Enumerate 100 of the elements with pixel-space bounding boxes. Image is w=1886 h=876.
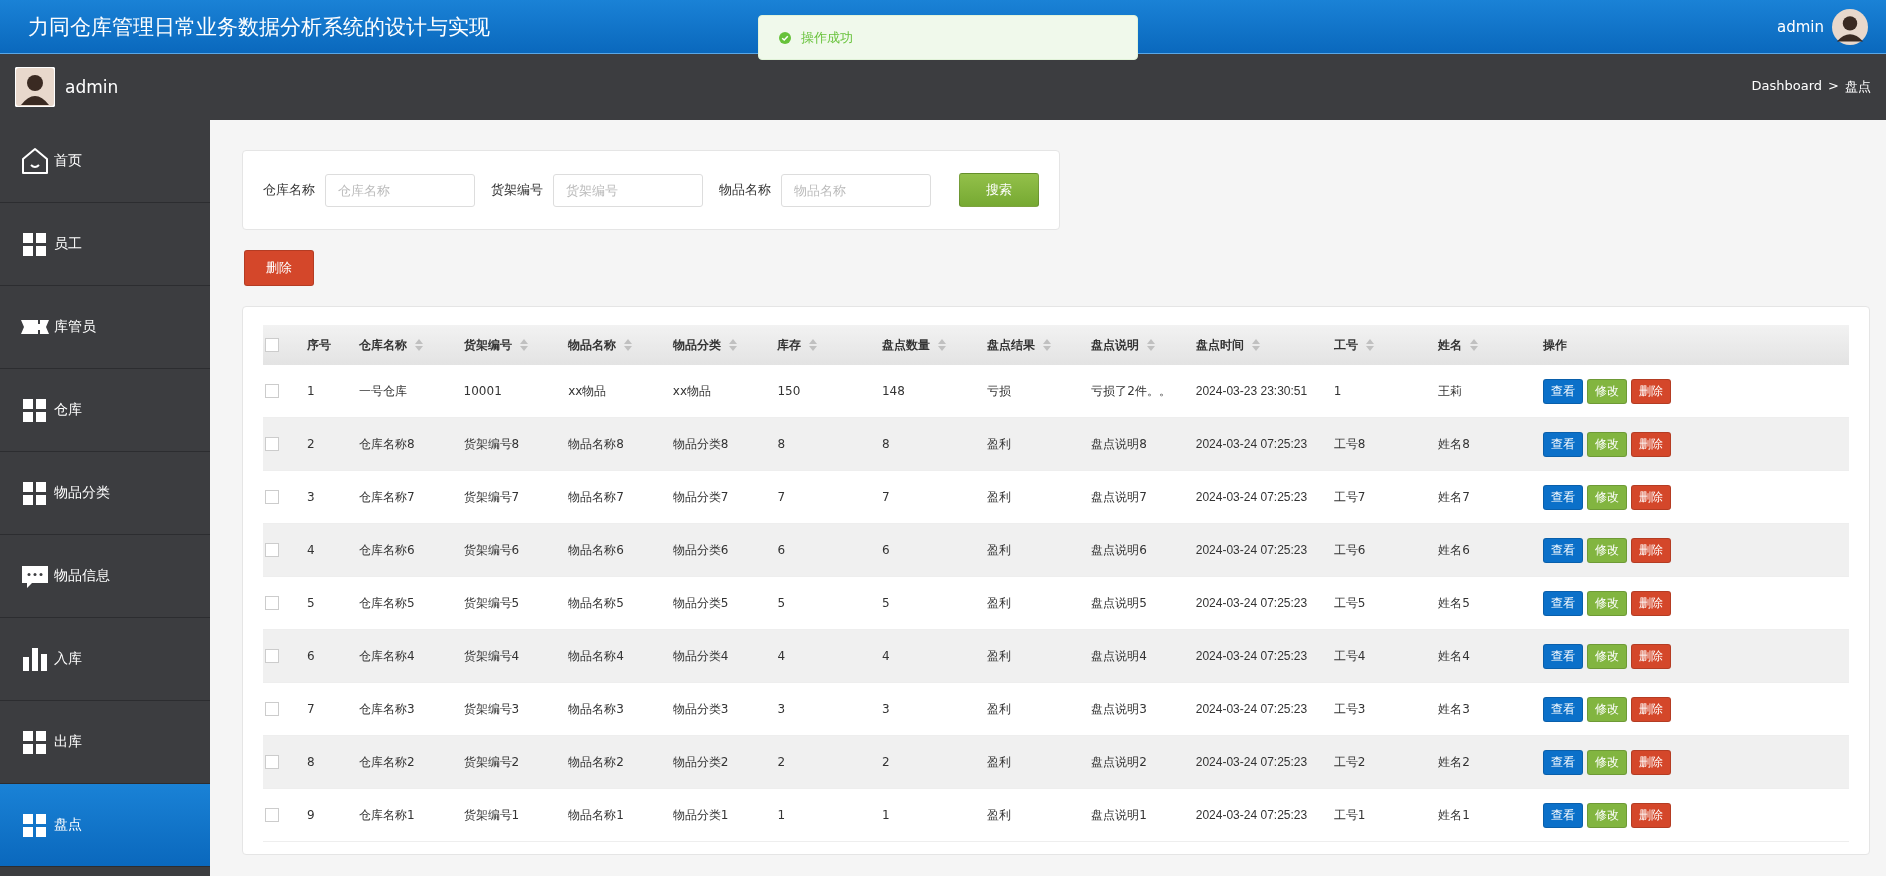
table-cell: 6	[307, 649, 315, 663]
column-header[interactable]: 盘点说明	[1091, 337, 1140, 352]
checkbox[interactable]	[265, 649, 279, 664]
delete-button[interactable]: 删除	[1631, 643, 1671, 669]
table-cell: 7	[307, 702, 315, 716]
table-cell: 盈利	[986, 595, 1011, 610]
search-field[interactable]: 物品名称	[781, 173, 931, 207]
table-cell-text: 2024-03-24 07:25:23	[1195, 807, 1309, 824]
sidebar-item[interactable]: 员工	[0, 203, 210, 286]
table-cell: 仓库名称1	[359, 807, 415, 822]
table-cell: 货架编号3	[463, 701, 520, 716]
view-button[interactable]: 查看	[1543, 749, 1583, 775]
sort-icon[interactable]	[624, 339, 633, 351]
table-cell: 盘点说明2	[1091, 754, 1147, 769]
sort-icon[interactable]	[1365, 339, 1374, 351]
table-cell: 盈利	[986, 807, 1011, 822]
checkbox[interactable]	[265, 755, 279, 770]
checkbox[interactable]	[265, 384, 279, 399]
delete-button[interactable]: 删除	[1631, 749, 1671, 775]
avatar-icon[interactable]	[15, 67, 55, 107]
table-cell: 物品名称1	[568, 807, 624, 822]
table-cell-text: 2024-03-24 07:25:23	[1195, 754, 1309, 771]
table-cell: 盈利	[986, 701, 1011, 716]
column-header[interactable]: 姓名	[1438, 337, 1463, 352]
column-header[interactable]: 盘点结果	[986, 337, 1035, 352]
table-cell: 仓库名称2	[359, 754, 415, 769]
checkbox[interactable]	[265, 437, 279, 452]
view-button[interactable]: 查看	[1543, 643, 1583, 669]
sidebar-item[interactable]: 库管员	[0, 286, 210, 369]
table-cell: 4	[307, 543, 315, 557]
view-button[interactable]: 查看	[1543, 431, 1583, 457]
sidebar-item[interactable]: 仓库	[0, 369, 210, 452]
table-cell: 物品分类3	[672, 701, 729, 716]
table-cell-text: 2024-03-23 23:30:51	[1195, 383, 1309, 400]
table-cell: 物品名称2	[568, 754, 624, 769]
table-cell: 工号6	[1333, 542, 1366, 557]
table-cell: 物品名称3	[568, 701, 624, 716]
sidebar-item[interactable]: 物品信息	[0, 535, 210, 618]
sort-icon[interactable]	[1470, 339, 1479, 351]
table-cell: 姓名7	[1438, 489, 1470, 504]
sidebar-item[interactable]: 入库	[0, 618, 210, 701]
checkbox[interactable]	[265, 596, 279, 611]
delete-button[interactable]: 删除	[244, 250, 314, 286]
table-cell: 5	[881, 596, 890, 610]
delete-button[interactable]: 删除	[1631, 537, 1671, 563]
column-header[interactable]: 盘点数量	[881, 337, 930, 352]
view-button[interactable]: 查看	[1543, 378, 1583, 404]
breadcrumb-item[interactable]: Dashboard	[1751, 78, 1823, 96]
view-button[interactable]: 查看	[1543, 802, 1583, 828]
view-button[interactable]: 查看	[1543, 590, 1583, 616]
table-cell: 7	[777, 490, 785, 504]
sort-icon[interactable]	[809, 339, 818, 351]
delete-button[interactable]: 删除	[1631, 484, 1671, 510]
sort-icon[interactable]	[1147, 339, 1156, 351]
table-cell-text: 2024-03-24 07:25:23	[1195, 595, 1309, 612]
sort-icon[interactable]	[415, 339, 423, 351]
delete-button[interactable]: 删除	[1631, 696, 1671, 722]
table-cell: 盘点说明5	[1091, 595, 1147, 610]
breadcrumb-separator: >	[1828, 78, 1839, 95]
delete-button[interactable]: 删除	[1631, 431, 1671, 457]
checkbox[interactable]	[265, 490, 279, 505]
table-cell: 物品分类2	[672, 754, 729, 769]
sidebar-item[interactable]: 物品分类	[0, 452, 210, 535]
checkbox[interactable]	[265, 338, 279, 353]
table-cell: 2	[777, 755, 785, 769]
avatar-icon[interactable]	[1832, 8, 1868, 45]
column-header[interactable]: 仓库名称	[359, 337, 407, 352]
home-icon	[20, 146, 50, 176]
sidebar-item[interactable]: 首页	[0, 120, 210, 203]
view-button[interactable]: 查看	[1543, 696, 1583, 722]
sort-icon[interactable]	[1042, 339, 1051, 351]
column-header[interactable]: 物品分类	[672, 337, 721, 352]
sidebar-item[interactable]: 盘点	[0, 784, 210, 867]
column-header[interactable]: 库存	[777, 337, 802, 352]
sort-icon[interactable]	[1251, 339, 1260, 351]
search-field[interactable]: 货架编号	[553, 173, 703, 207]
checkbox[interactable]	[265, 543, 279, 558]
column-header[interactable]: 物品名称	[568, 337, 617, 352]
checkbox[interactable]	[265, 702, 279, 717]
sort-icon[interactable]	[519, 339, 528, 351]
table-cell: 4	[777, 649, 785, 663]
sort-icon[interactable]	[728, 339, 737, 351]
checkbox[interactable]	[265, 808, 279, 823]
delete-button[interactable]: 删除	[1631, 378, 1671, 404]
view-button[interactable]: 查看	[1543, 484, 1583, 510]
column-header[interactable]: 工号	[1333, 337, 1358, 352]
column-header: 操作	[1543, 337, 1567, 352]
view-button[interactable]: 查看	[1543, 537, 1583, 563]
column-header[interactable]: 盘点时间	[1195, 337, 1244, 352]
delete-button[interactable]: 删除	[1631, 802, 1671, 828]
table-cell: 8	[777, 437, 785, 451]
delete-button[interactable]: 删除	[1631, 590, 1671, 616]
toast-message: 操作成功	[801, 28, 853, 47]
field-label: 仓库名称	[263, 181, 315, 199]
table-cell: 姓名3	[1438, 701, 1470, 716]
table-cell: 5	[307, 596, 315, 610]
search-field[interactable]: 仓库名称	[325, 173, 475, 207]
column-header[interactable]: 货架编号	[463, 337, 512, 352]
sort-icon[interactable]	[937, 339, 946, 351]
table-cell: 工号4	[1333, 648, 1366, 663]
